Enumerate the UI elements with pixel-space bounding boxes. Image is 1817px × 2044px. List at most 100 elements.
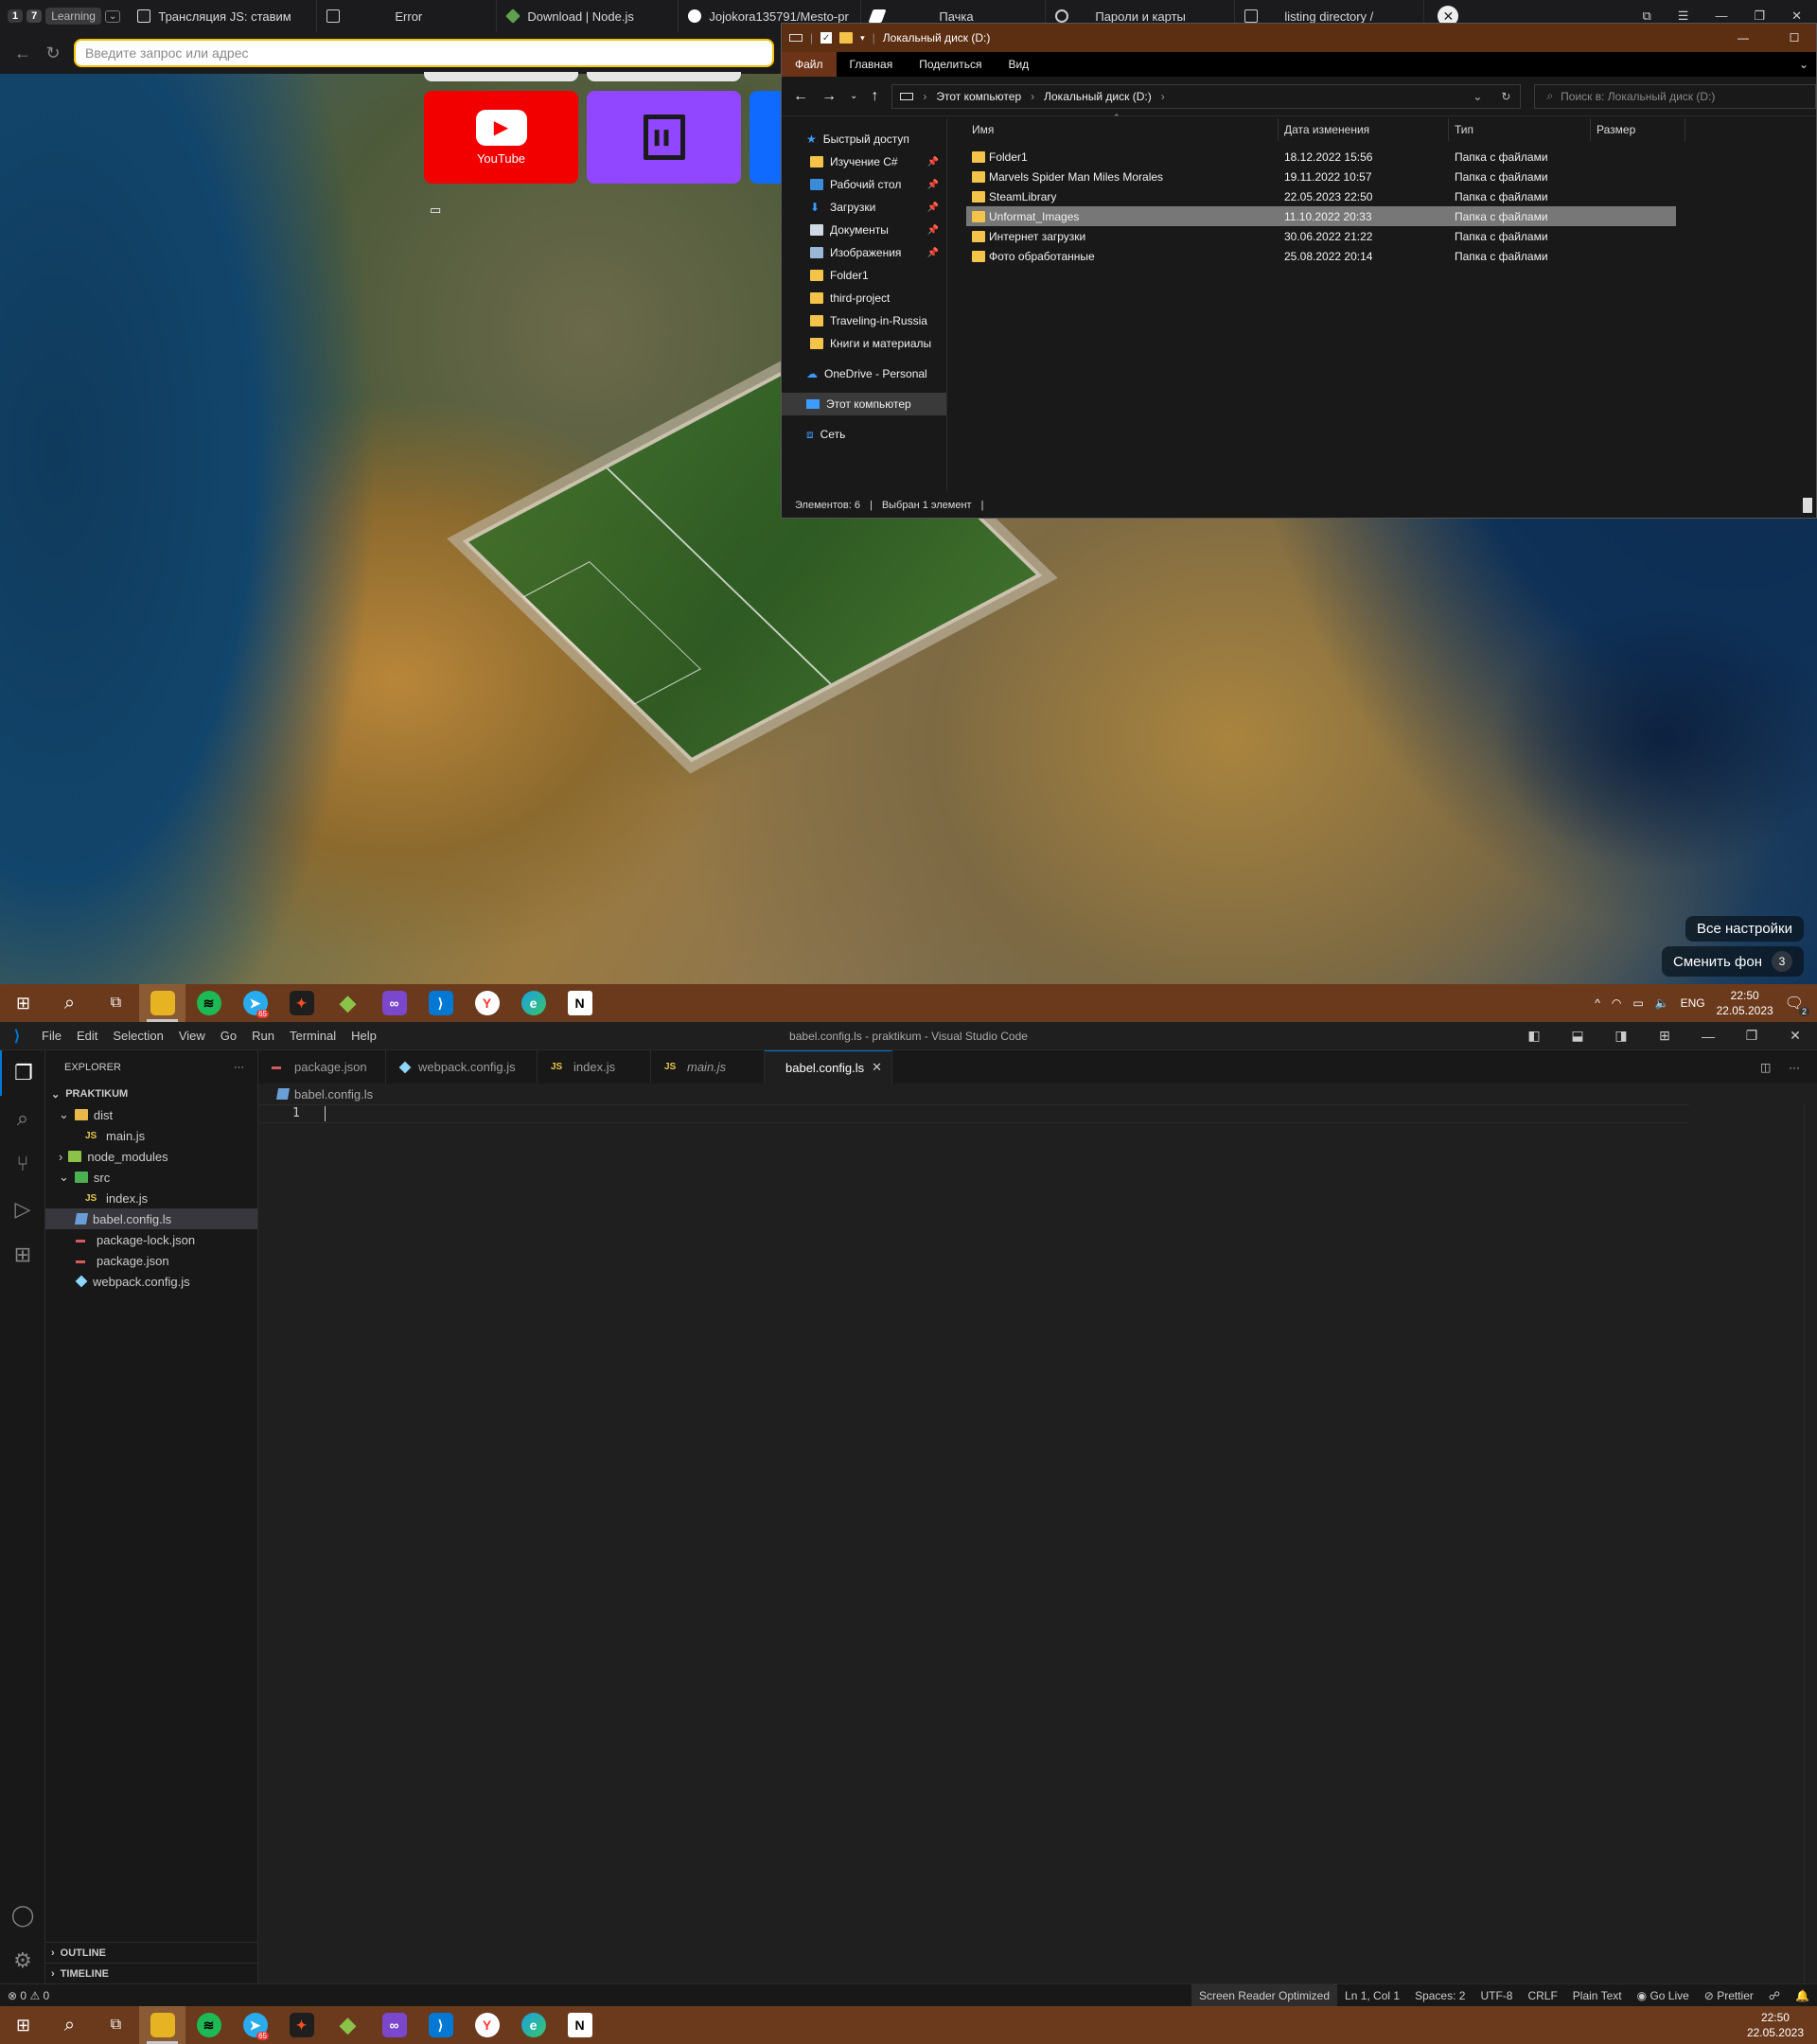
- tree-file-selected[interactable]: babel.config.ls: [45, 1208, 257, 1229]
- nav-pinned-item[interactable]: Документы 📌: [782, 219, 946, 241]
- restore-icon[interactable]: ❐: [1754, 9, 1765, 24]
- close-tab-icon[interactable]: ✕: [872, 1060, 882, 1075]
- notifications-bell-icon[interactable]: 🔔: [1788, 1989, 1817, 2002]
- language-indicator[interactable]: ENG: [1681, 996, 1705, 1010]
- clock[interactable]: 22:50 22.05.2023: [1717, 988, 1773, 1018]
- tree-folder[interactable]: ⌄ src: [45, 1167, 257, 1188]
- search-button[interactable]: ⌕: [46, 2006, 93, 2044]
- notification-icon[interactable]: 🗨 2: [1785, 994, 1809, 1016]
- browser-tab[interactable]: Download | Node.js: [497, 0, 679, 32]
- toggle-panel-icon[interactable]: ⬓: [1556, 1028, 1599, 1044]
- editor-tab[interactable]: webpack.config.js: [386, 1050, 538, 1084]
- chevron-down-icon[interactable]: ⌄: [104, 9, 121, 23]
- menu-view[interactable]: View: [171, 1029, 213, 1043]
- browser-tab[interactable]: Трансляция JS: ставим: [128, 0, 318, 32]
- column-header-date[interactable]: Дата изменения: [1279, 118, 1449, 141]
- up-arrow-icon[interactable]: ↑: [871, 88, 878, 105]
- toggle-sidebar-icon[interactable]: ◧: [1512, 1028, 1556, 1044]
- tile-youtube[interactable]: ▶ YouTube: [424, 91, 578, 184]
- nav-folder-item[interactable]: third-project: [782, 287, 946, 309]
- breadcrumb-file[interactable]: babel.config.ls: [294, 1087, 373, 1101]
- taskbar-app-git[interactable]: ◆: [325, 2006, 371, 2044]
- nav-onedrive[interactable]: ☁ OneDrive - Personal: [782, 362, 946, 385]
- tree-file[interactable]: ▬ package-lock.json: [45, 1229, 257, 1250]
- all-settings-button[interactable]: Все настройки: [1685, 916, 1804, 942]
- editor-tab-active[interactable]: babel.config.ls ✕: [765, 1050, 892, 1084]
- nav-pinned-item[interactable]: Рабочий стол 📌: [782, 173, 946, 196]
- split-editor-icon[interactable]: ◫: [1760, 1050, 1789, 1084]
- tree-file[interactable]: JS main.js: [45, 1125, 257, 1146]
- maximize-icon[interactable]: ☐: [1773, 31, 1816, 44]
- ribbon-tab-home[interactable]: Главная: [837, 52, 907, 77]
- taskbar-app-spotify[interactable]: ≋: [185, 2006, 232, 2044]
- taskbar-app-edge[interactable]: e: [510, 984, 556, 1022]
- file-row[interactable]: SteamLibrary 22.05.2023 22:50 Папка с фа…: [966, 186, 1676, 206]
- taskbar-app-vscode[interactable]: ⟩: [417, 984, 464, 1022]
- change-background-button[interactable]: Сменить фон 3: [1662, 946, 1804, 977]
- tree-folder[interactable]: › node_modules: [45, 1146, 257, 1167]
- menu-run[interactable]: Run: [244, 1029, 282, 1043]
- recent-dropdown-icon[interactable]: ⌄: [850, 91, 857, 101]
- nav-quick-access[interactable]: ★ Быстрый доступ: [782, 128, 946, 150]
- customize-layout-icon[interactable]: ⊞: [1643, 1028, 1686, 1044]
- collections-icon[interactable]: ⧉: [1642, 9, 1650, 24]
- edit-tiles-icon[interactable]: ▭: [430, 203, 441, 218]
- battery-icon[interactable]: ▭: [1632, 996, 1643, 1010]
- breadcrumb-item[interactable]: Локальный диск (D:): [1044, 90, 1152, 103]
- file-row[interactable]: Фото обработанные 25.08.2022 20:14 Папка…: [966, 246, 1676, 266]
- file-row[interactable]: Интернет загрузки 30.06.2022 21:22 Папка…: [966, 226, 1676, 246]
- timeline-section[interactable]: › TIMELINE: [45, 1963, 257, 1983]
- task-view-button[interactable]: ⧉: [93, 984, 139, 1022]
- taskbar-app-yandex[interactable]: Y: [464, 984, 510, 1022]
- reload-icon[interactable]: ↻: [44, 44, 62, 63]
- editor-more-actions-icon[interactable]: ···: [1789, 1050, 1817, 1084]
- explorer-activity-icon[interactable]: ❐: [0, 1050, 45, 1096]
- tray-overflow-icon[interactable]: ^: [1595, 996, 1600, 1010]
- nav-pinned-item[interactable]: Изучение C# 📌: [782, 150, 946, 173]
- minimize-icon[interactable]: —: [1721, 31, 1765, 44]
- close-icon[interactable]: ✕: [1791, 9, 1802, 24]
- cursor-position[interactable]: Ln 1, Col 1: [1337, 1989, 1407, 2002]
- taskbar-app-visual-studio[interactable]: ∞: [371, 984, 417, 1022]
- taskbar-app-git[interactable]: ◆: [325, 984, 371, 1022]
- editor-tab-preview[interactable]: JS main.js: [651, 1050, 765, 1084]
- breadcrumb-item[interactable]: Этот компьютер: [936, 90, 1021, 103]
- encoding[interactable]: UTF-8: [1473, 1989, 1520, 2002]
- outline-section[interactable]: › OUTLINE: [45, 1942, 257, 1963]
- menu-icon[interactable]: ☰: [1678, 9, 1689, 24]
- ribbon-tab-file[interactable]: Файл: [782, 52, 837, 77]
- source-control-icon[interactable]: ⑂: [0, 1141, 45, 1187]
- editor-scrollbar[interactable]: [1804, 1104, 1817, 1983]
- restore-icon[interactable]: ❐: [1730, 1028, 1773, 1044]
- folder-icon[interactable]: [839, 32, 854, 44]
- column-header-name[interactable]: Имя ⌃: [966, 113, 1279, 141]
- editor-tab[interactable]: ▬ package.json: [258, 1050, 386, 1084]
- language-mode[interactable]: Plain Text: [1565, 1989, 1630, 2002]
- clock[interactable]: 22:50 22.05.2023: [1747, 2010, 1804, 2040]
- qat-dropdown-icon[interactable]: ▾: [860, 33, 865, 44]
- taskbar-app-telegram[interactable]: ➤ 65: [232, 984, 278, 1022]
- volume-icon[interactable]: 🔈: [1655, 996, 1669, 1010]
- minimize-icon[interactable]: —: [1715, 9, 1727, 24]
- taskbar-app-visual-studio[interactable]: ∞: [371, 2006, 417, 2044]
- settings-gear-icon[interactable]: ⚙: [0, 1938, 45, 1983]
- search-activity-icon[interactable]: ⌕: [0, 1096, 45, 1141]
- nav-this-pc[interactable]: Этот компьютер: [782, 393, 946, 415]
- tab-group[interactable]: 1 7 Learning ⌄: [0, 8, 128, 25]
- column-header-size[interactable]: Размер: [1591, 118, 1685, 141]
- forward-arrow-icon[interactable]: →: [821, 88, 837, 105]
- feedback-icon[interactable]: ☍: [1761, 1989, 1788, 2002]
- run-debug-icon[interactable]: ▷: [0, 1187, 45, 1232]
- menu-selection[interactable]: Selection: [105, 1029, 170, 1043]
- accounts-icon[interactable]: ◯: [0, 1893, 45, 1938]
- ribbon-tab-view[interactable]: Вид: [995, 52, 1042, 77]
- tile-twitch[interactable]: ▌▌: [587, 91, 741, 184]
- taskbar-app-notion[interactable]: N: [556, 984, 603, 1022]
- menu-help[interactable]: Help: [344, 1029, 384, 1043]
- address-path[interactable]: › Этот компьютер › Локальный диск (D:) ›…: [891, 83, 1522, 109]
- wifi-icon[interactable]: ◠: [1612, 996, 1621, 1010]
- tree-file[interactable]: webpack.config.js: [45, 1271, 257, 1292]
- go-live-button[interactable]: ◉ Go Live: [1630, 1989, 1697, 2002]
- address-bar[interactable]: Введите запрос или адрес: [74, 39, 774, 67]
- taskbar-app-spotify[interactable]: ≋: [185, 984, 232, 1022]
